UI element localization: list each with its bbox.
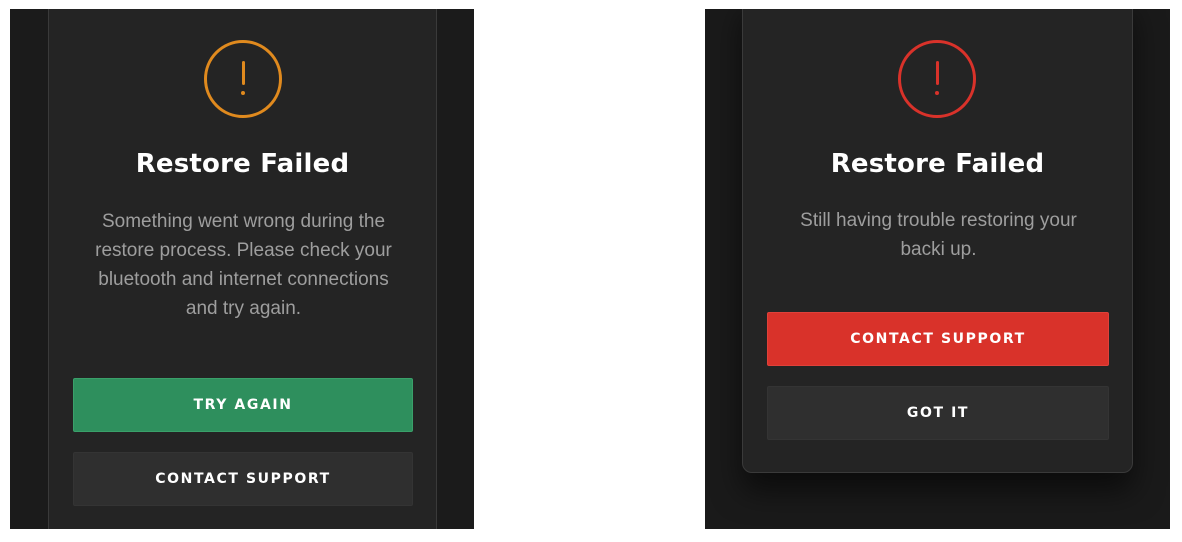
got-it-button[interactable]: GOT IT xyxy=(767,386,1109,440)
dialog-message: Still having trouble restoring your back… xyxy=(800,210,1077,260)
dialog-title: Restore Failed xyxy=(830,149,1045,179)
restore-failed-screen-repeat-attempt: Restore Failed Still having trouble rest… xyxy=(705,9,1170,529)
dialog-title: Restore Failed xyxy=(135,149,350,179)
alert-circle-icon xyxy=(204,40,282,118)
restore-failed-dialog: Restore Failed Still having trouble rest… xyxy=(742,9,1133,473)
dialog-message: Something went wrong during the restore … xyxy=(95,211,392,319)
contact-support-button[interactable]: CONTACT SUPPORT xyxy=(767,312,1109,366)
contact-support-button[interactable]: CONTACT SUPPORT xyxy=(73,452,413,506)
restore-failed-dialog: Restore Failed Something went wrong duri… xyxy=(48,9,437,529)
alert-circle-icon xyxy=(898,40,976,118)
restore-failed-screen-first-attempt: Restore Failed Something went wrong duri… xyxy=(10,9,474,529)
try-again-button[interactable]: TRY AGAIN xyxy=(73,378,413,432)
